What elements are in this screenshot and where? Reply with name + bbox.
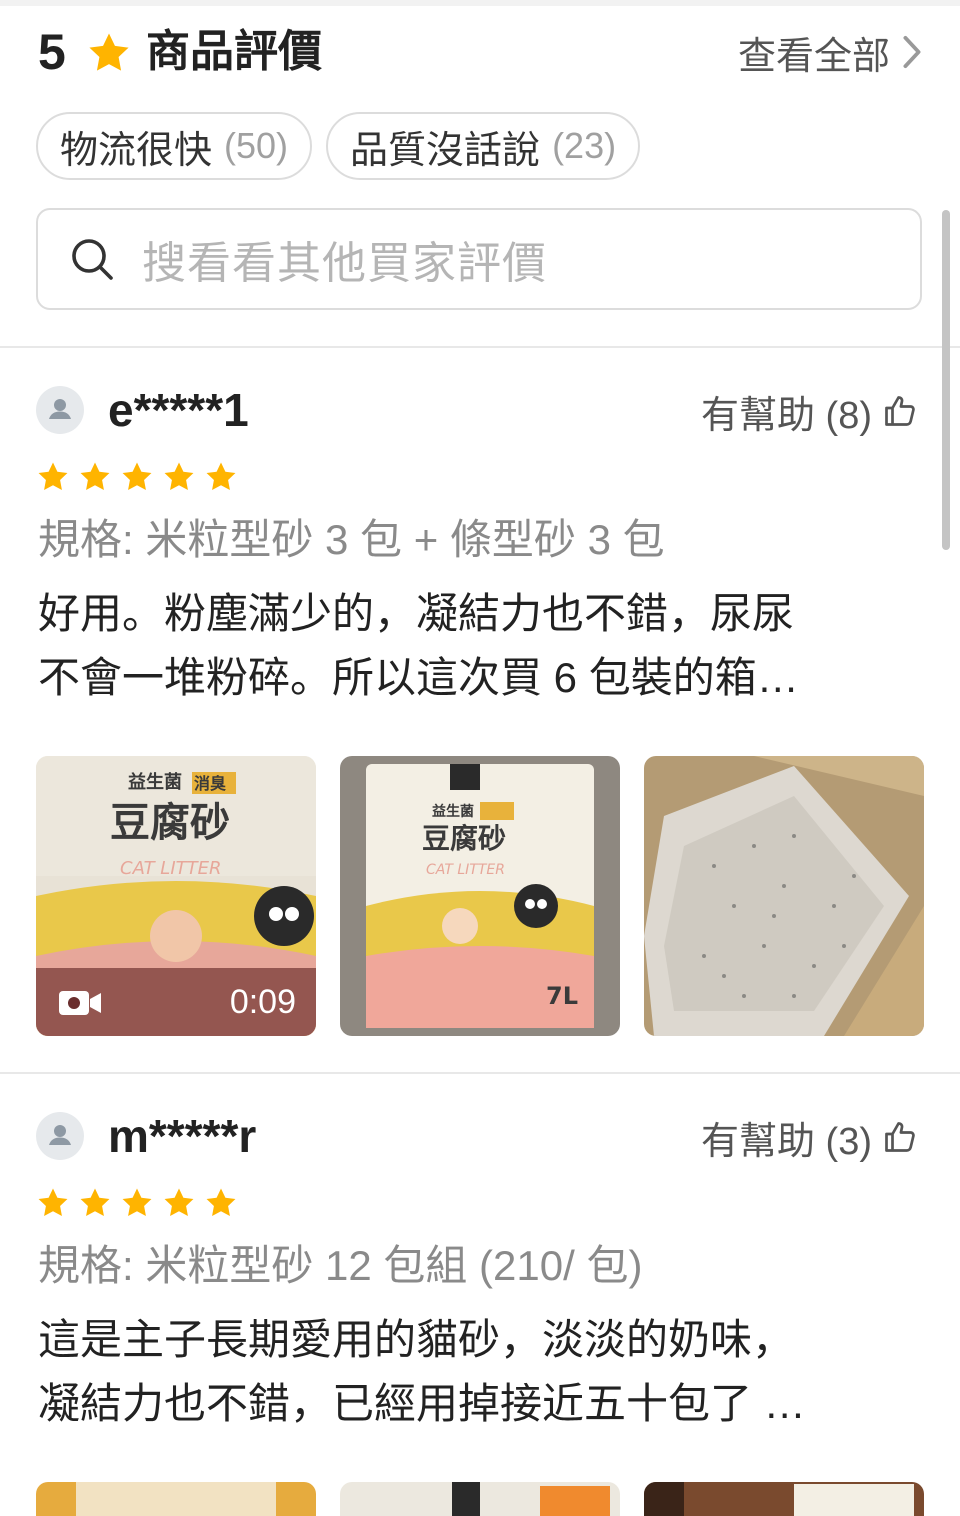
section-divider: [0, 346, 960, 348]
product-photo: 益生菌 豆腐砂 CAT LITTER 7L: [340, 756, 620, 1036]
svg-text:益生菌: 益生菌: [432, 803, 474, 820]
review-text-line: 好用。粉塵滿少的，凝結力也不錯，尿尿: [38, 590, 795, 637]
review-photo-thumbnail[interactable]: [644, 756, 924, 1036]
review-photo-thumbnail[interactable]: [36, 1482, 316, 1516]
star-icon: [122, 462, 152, 491]
star-rating: [36, 460, 238, 494]
chip-fast-shipping[interactable]: 物流很快 (50): [36, 112, 313, 180]
svg-text:豆腐砂: 豆腐砂: [422, 822, 506, 855]
product-photo: [340, 1482, 620, 1516]
review-photo-thumbnail[interactable]: [644, 1482, 924, 1516]
product-variant: 規格: 米粒型砂 12 包組 (210/ 包): [38, 1242, 643, 1289]
helpful-button[interactable]: 有幫助 (3): [700, 1112, 918, 1163]
user-icon: [49, 1125, 71, 1145]
search-placeholder: 搜看看其他買家評價: [142, 239, 547, 288]
star-icon: [38, 1188, 68, 1217]
filter-chips: 物流很快 (50) 品質沒話說 (23): [36, 112, 641, 180]
star-icon: [80, 462, 110, 491]
svg-text:益生菌: 益生菌: [128, 771, 182, 793]
svg-text:CAT LITTER: CAT LITTER: [426, 862, 505, 878]
section-divider: [0, 1072, 960, 1074]
top-edge: [0, 0, 960, 6]
star-icon: [122, 1188, 152, 1217]
rating-score: 5: [38, 24, 66, 80]
chip-quality[interactable]: 品質沒話說 (23): [326, 112, 641, 180]
thumbs-up-icon: [885, 1122, 915, 1152]
star-icon: [206, 1188, 236, 1217]
chip-count: (23): [552, 125, 617, 166]
video-duration: 0:09: [229, 983, 296, 1021]
thumbs-up-icon: [885, 396, 915, 426]
product-photo: [644, 1482, 924, 1516]
reviewer-name: m*****r: [108, 1110, 257, 1162]
review-media: 益生菌 消臭 豆腐砂 CAT LITTER 0:09 益生菌 豆腐砂 CAT L…: [36, 756, 924, 1036]
review-text-line: 凝結力也不錯，已經用掉接近五十包了 …: [38, 1380, 806, 1427]
view-all-label: 查看全部: [737, 35, 890, 78]
svg-text:消臭: 消臭: [194, 774, 226, 793]
chip-label: 物流很快: [60, 129, 213, 172]
svg-text:豆腐砂: 豆腐砂: [110, 800, 230, 846]
helpful-label: 有幫助 (3): [700, 1120, 872, 1163]
review-media: [36, 1482, 924, 1516]
svg-text:CAT LITTER: CAT LITTER: [120, 858, 222, 879]
review-video-thumbnail[interactable]: 益生菌 消臭 豆腐砂 CAT LITTER 0:09: [36, 756, 316, 1036]
scrollbar[interactable]: [942, 210, 950, 550]
litter-photo: [644, 756, 924, 1036]
avatar[interactable]: [36, 1112, 84, 1160]
avatar[interactable]: [36, 386, 84, 434]
chevron-right-icon: [903, 35, 921, 69]
search-input[interactable]: 搜看看其他買家評價: [36, 208, 922, 310]
helpful-button[interactable]: 有幫助 (8): [700, 386, 918, 437]
star-rating: [36, 1186, 238, 1220]
star-icon: [89, 33, 129, 71]
reviewer-name: e*****1: [108, 384, 249, 436]
star-icon: [164, 1188, 194, 1217]
star-icon: [38, 462, 68, 491]
video-camera-icon: [59, 991, 101, 1015]
review-text-line: 這是主子長期愛用的貓砂，淡淡的奶味，: [38, 1316, 795, 1363]
star-icon: [80, 1188, 110, 1217]
product-variant: 規格: 米粒型砂 3 包 + 條型砂 3 包: [38, 516, 665, 563]
view-all-link[interactable]: 查看全部: [738, 28, 922, 78]
section-title: 商品評價: [146, 27, 322, 76]
review-photo-thumbnail[interactable]: 益生菌 豆腐砂 CAT LITTER 7L: [340, 756, 620, 1036]
review-photo-thumbnail[interactable]: [340, 1482, 620, 1516]
review-text[interactable]: 這是主子長期愛用的貓砂，淡淡的奶味， 凝結力也不錯，已經用掉接近五十包了 …: [38, 1308, 918, 1436]
chip-count: (50): [224, 125, 289, 166]
chip-label: 品質沒話說: [350, 129, 541, 172]
search-icon: [72, 239, 113, 280]
star-icon: [206, 462, 236, 491]
helpful-label: 有幫助 (8): [700, 394, 872, 437]
user-icon: [49, 399, 71, 419]
star-icon: [164, 462, 194, 491]
svg-text:7L: 7L: [546, 982, 578, 1010]
review-text-line: 不會一堆粉碎。所以這次買 6 包裝的箱…: [38, 654, 799, 701]
product-photo: [36, 1482, 316, 1516]
review-text[interactable]: 好用。粉塵滿少的，凝結力也不錯，尿尿 不會一堆粉碎。所以這次買 6 包裝的箱…: [38, 582, 918, 710]
reviews-header: 5 商品評價 查看全部: [38, 22, 922, 82]
